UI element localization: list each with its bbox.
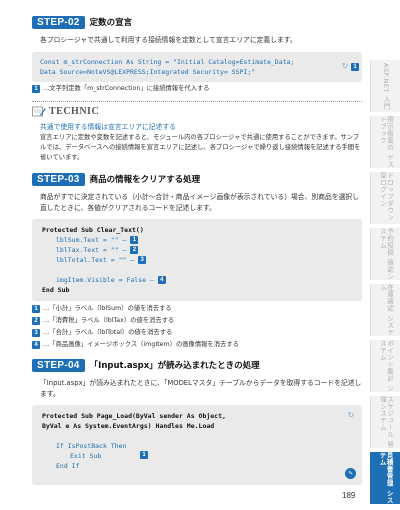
refresh-icon: ↻: [347, 409, 354, 420]
step-badge: STEP-03: [32, 172, 85, 186]
note-number: 1: [32, 305, 40, 313]
code-marker: 1: [351, 63, 359, 71]
note-item: 1 …「小計」ラベル（lblSum）の値を消去する: [32, 304, 362, 314]
code-line: lblSum.Text = "" — 1: [42, 235, 352, 245]
code-line: Const m_strConnection As String = "Initi…: [40, 58, 295, 66]
code-line: End Sub: [42, 285, 352, 295]
note-text: …「消費税」ラベル（lblTax）の値を消去する: [43, 317, 175, 324]
technic-label: TECHNIC: [49, 106, 100, 117]
code-line: lblTotal.Text = "" — 3: [42, 255, 352, 265]
sidebar-tab-7: スケジュール 管理システム: [370, 396, 400, 448]
pencil-note-icon: [32, 106, 46, 117]
step04-body: 「Input.aspx」が読み込まれたときに、「MODELマスタ」テーブルからデ…: [40, 379, 362, 398]
step-title: 定数の宣言: [89, 18, 133, 28]
code-text: lblTotal.Text = "": [56, 256, 127, 264]
sidebar-tab-4: 予約投稿 確認システム: [370, 228, 400, 280]
page-number: 189: [342, 491, 356, 500]
note-number: 2: [32, 317, 40, 325]
note-item: 3 …「合計」ラベル（lblTotal）の値を消去する: [32, 328, 362, 338]
sidebar-tab-5: 在庫確認 システム: [370, 284, 400, 336]
sidebar-tab-label: ASP.NET 入門: [382, 62, 391, 110]
sidebar-tab-3: ドロップダウン 型ログイン: [370, 172, 400, 224]
step02-heading: STEP-02 定数の宣言: [32, 14, 362, 30]
step03-body: 商品がすでに決定されている（小計～合計・商品イメージ画像が表示されている）場合、…: [40, 193, 359, 212]
step-title: 「Input.aspx」が読み込まれたときの処理: [89, 361, 260, 371]
leader-line: —: [118, 246, 131, 254]
note-item: 2 …「消費税」ラベル（lblTax）の値を消去する: [32, 316, 362, 326]
step02-note: 1 …文字列定数「m_strConnection」に接続情報を代入する: [32, 84, 362, 94]
sidebar-tab-label: 予約投稿 確認システム: [378, 228, 394, 280]
code-text: lblSum.Text = "": [56, 236, 119, 244]
code-marker: 1: [140, 451, 148, 459]
code-text: Protected Sub Page_Load(ByVal sender As …: [42, 412, 226, 420]
note-number: 3: [32, 329, 40, 337]
technic-heading: TECHNIC: [32, 106, 362, 117]
sidebar-tab-2: 掲示板風の ゲストブック: [370, 116, 400, 168]
code-line: Exit Sub: [42, 451, 352, 461]
sidebar-tab-active: 見積書管理 システム: [370, 452, 400, 504]
leader-line: —: [146, 276, 158, 284]
step03-heading: STEP-03 商品の情報をクリアする処理: [32, 171, 362, 187]
code-lines: Protected Sub Page_Load(ByVal sender As …: [42, 411, 352, 471]
leader-line: —: [126, 256, 139, 264]
step03-code-block: Protected Sub Clear_Text() lblSum.Text = …: [32, 219, 362, 301]
page: ASP.NET 入門 掲示板風の ゲストブック ドロップダウン 型ログイン 予約…: [0, 0, 400, 510]
sidebar-tab-label: ポイント集計 システム: [378, 340, 394, 392]
code-lines: Protected Sub Clear_Text() lblSum.Text = …: [42, 225, 352, 295]
code-line: lblTax.Text = "" — 2: [42, 245, 352, 255]
step04-heading: STEP-04 「Input.aspx」が読み込まれたときの処理: [32, 357, 362, 373]
code-line: ByVal e As System.EventArgs) Handles Me.…: [42, 421, 352, 431]
code-text: Exit Sub: [70, 452, 102, 460]
sidebar-tab-6: ポイント集計 システム: [370, 340, 400, 392]
note-text: …「商品画像」イメージボックス（imgItem）の画像情報を消去する: [43, 341, 239, 348]
code-marker: 4: [157, 276, 166, 284]
chapter-sidebar: ASP.NET 入門 掲示板風の ゲストブック ドロップダウン 型ログイン 予約…: [370, 60, 400, 508]
code-text: If IsPostBack Then: [56, 442, 127, 450]
code-text: imgItem.Visible = False: [56, 276, 147, 284]
note-number: 4: [32, 341, 40, 349]
code-line: End If: [42, 461, 352, 471]
step03-notes: 1 …「小計」ラベル（lblSum）の値を消去する 2 …「消費税」ラベル（lblTa…: [32, 304, 362, 350]
code-line: Data Source=NoteVS@LEXPRESS;Integrated S…: [40, 68, 256, 76]
code-text: ByVal e As System.EventArgs) Handles Me.…: [42, 422, 215, 430]
note-item: 4 …「商品画像」イメージボックス（imgItem）の画像情報を消去する: [32, 340, 362, 350]
code-marker: 1: [130, 236, 139, 244]
step-badge: STEP-02: [32, 15, 85, 29]
step-badge: STEP-04: [32, 358, 85, 372]
technic-box: TECHNIC 共通で使用する情報は宣言エリアに記述する 宣言エリアに定数や変数…: [32, 101, 362, 163]
code-marker: 3: [138, 256, 147, 264]
sidebar-tab-label: 掲示板風の ゲストブック: [378, 116, 394, 168]
code-text: Protected Sub Clear_Text(): [42, 226, 144, 234]
step04-code-block: Protected Sub Page_Load(ByVal sender As …: [32, 405, 362, 485]
code-line: Protected Sub Page_Load(ByVal sender As …: [42, 411, 352, 421]
refresh-icon: ↻: [341, 60, 348, 71]
main-content: STEP-02 定数の宣言 各プロシージャで共通して利用する接続情報を定数として…: [32, 14, 362, 485]
note-text: …「合計」ラベル（lblTotal）の値を消去する: [43, 329, 173, 336]
code-line: If IsPostBack Then: [42, 441, 352, 451]
sidebar-tab-1: ASP.NET 入門: [370, 60, 400, 112]
note-text: …「小計」ラベル（lblSum）の値を消去する: [43, 305, 172, 312]
code-text: lblTax.Text = "": [56, 246, 119, 254]
sidebar-tab-label: 見積書管理 システム: [378, 452, 394, 504]
code-line: imgItem.Visible = False — 4: [42, 275, 352, 285]
technic-body: 宣言エリアに定数や変数を記述すると、モジュール内の各プロシージャで共通に使用する…: [40, 134, 361, 161]
code-text: End Sub: [42, 286, 70, 294]
code-marker: 2: [130, 246, 139, 254]
step02-code-block: Const m_strConnection As String = "Initi…: [32, 52, 362, 82]
note-text: …文字列定数「m_strConnection」に接続情報を代入する: [43, 85, 210, 92]
step-title: 商品の情報をクリアする処理: [89, 175, 201, 185]
technic-subtitle: 共通で使用する情報は宣言エリアに記述する: [40, 123, 176, 131]
sidebar-tab-label: スケジュール 管理システム: [378, 396, 394, 448]
sidebar-tab-label: ドロップダウン 型ログイン: [378, 172, 394, 221]
code-line: Protected Sub Clear_Text(): [42, 225, 352, 235]
leader-line: —: [118, 236, 131, 244]
note-number: 1: [32, 85, 40, 93]
step02-body: 各プロシージャで共通して利用する接続情報を定数として宣言エリアに定義します。: [40, 36, 297, 44]
code-text: End If: [56, 462, 80, 470]
edit-icon: ✎: [345, 468, 356, 479]
sidebar-tab-label: 在庫確認 システム: [378, 284, 394, 336]
